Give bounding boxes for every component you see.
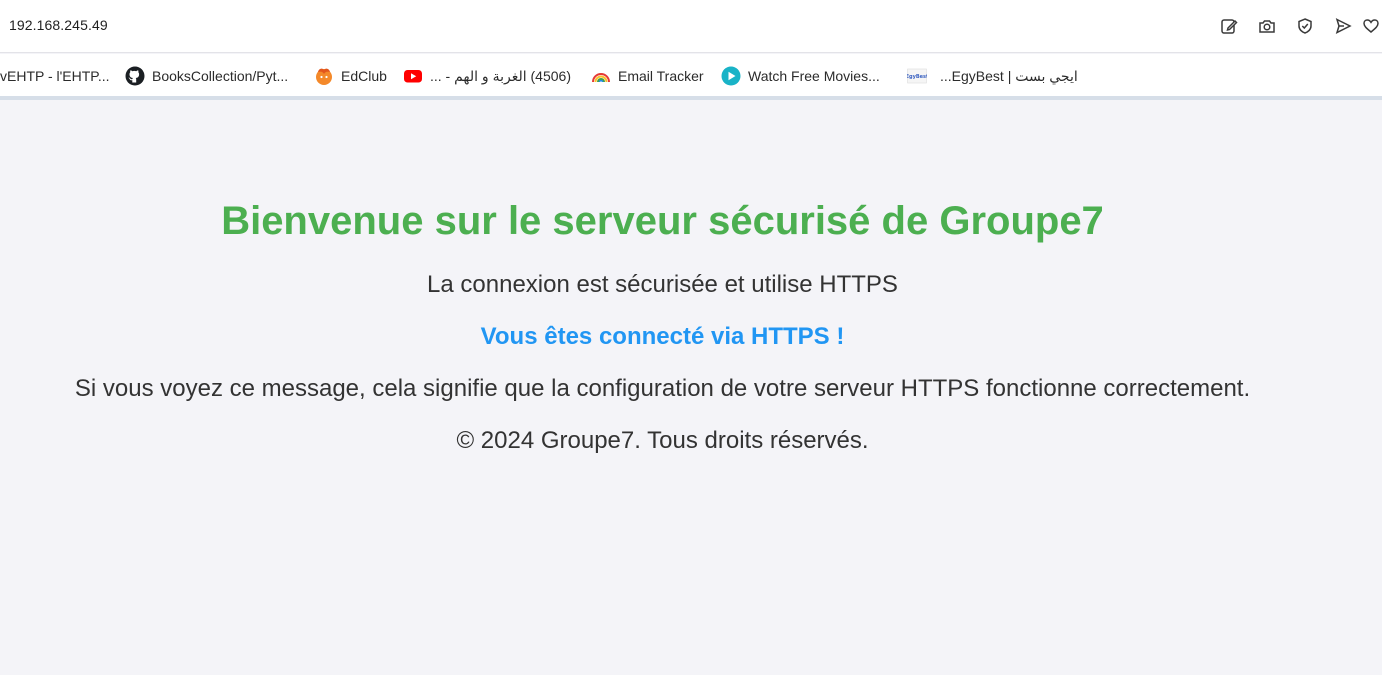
https-notice: Vous êtes connecté via HTTPS !: [480, 323, 845, 350]
bookmark-item[interactable]: (4506) الغربة و الهم - ...: [403, 66, 571, 86]
svg-text:EgyBest: EgyBest: [907, 74, 927, 80]
bookmark-item[interactable]: Email Tracker: [591, 66, 704, 86]
bookmark-label: ايجي بست | EgyBest...: [940, 67, 1078, 84]
page-title: Bienvenue sur le serveur sécurisé de Gro…: [221, 199, 1104, 243]
egybest-icon: EgyBest: [907, 66, 927, 86]
address-bar: 192.168.245.49: [0, 0, 1382, 53]
bookmark-label: BooksCollection/Pyt...: [152, 68, 289, 84]
bookmark-label: (4506) الغربة و الهم - ...: [430, 67, 571, 84]
rainbow-icon: [591, 66, 611, 86]
bookmark-label: EdClub: [341, 68, 387, 84]
play-icon: [721, 66, 741, 86]
url-field[interactable]: 192.168.245.49: [9, 17, 108, 33]
subtitle-text: La connexion est sécurisée et utilise HT…: [427, 271, 898, 298]
bookmark-item[interactable]: vEHTP - l'EHTP...: [0, 66, 110, 86]
bookmarks-bar: vEHTP - l'EHTP... BooksCollection/Pyt...…: [0, 54, 1382, 96]
page-content: Bienvenue sur le serveur sécurisé de Gro…: [0, 100, 1382, 675]
bookmark-label: Watch Free Movies...: [748, 68, 880, 84]
bookmark-label: Email Tracker: [618, 68, 704, 84]
github-icon: [125, 66, 145, 86]
edit-icon[interactable]: [1210, 14, 1248, 38]
heart-icon[interactable]: [1362, 14, 1382, 38]
bookmark-item[interactable]: Watch Free Movies...: [721, 66, 880, 86]
message-text: Si vous voyez ce message, cela signifie …: [74, 375, 1251, 402]
edclub-icon: [314, 66, 334, 86]
shield-check-icon[interactable]: [1286, 14, 1324, 38]
bookmark-item[interactable]: EdClub: [314, 66, 387, 86]
bookmark-item[interactable]: EgyBest ايجي بست | EgyBest...: [907, 66, 1078, 86]
footer-text: © 2024 Groupe7. Tous droits réservés.: [456, 427, 869, 454]
youtube-icon: [403, 66, 423, 86]
address-bar-actions: [1210, 14, 1382, 38]
bookmark-label: vEHTP - l'EHTP...: [0, 68, 110, 84]
camera-icon[interactable]: [1248, 14, 1286, 38]
send-icon[interactable]: [1324, 14, 1362, 38]
bookmark-item[interactable]: BooksCollection/Pyt...: [125, 66, 288, 86]
